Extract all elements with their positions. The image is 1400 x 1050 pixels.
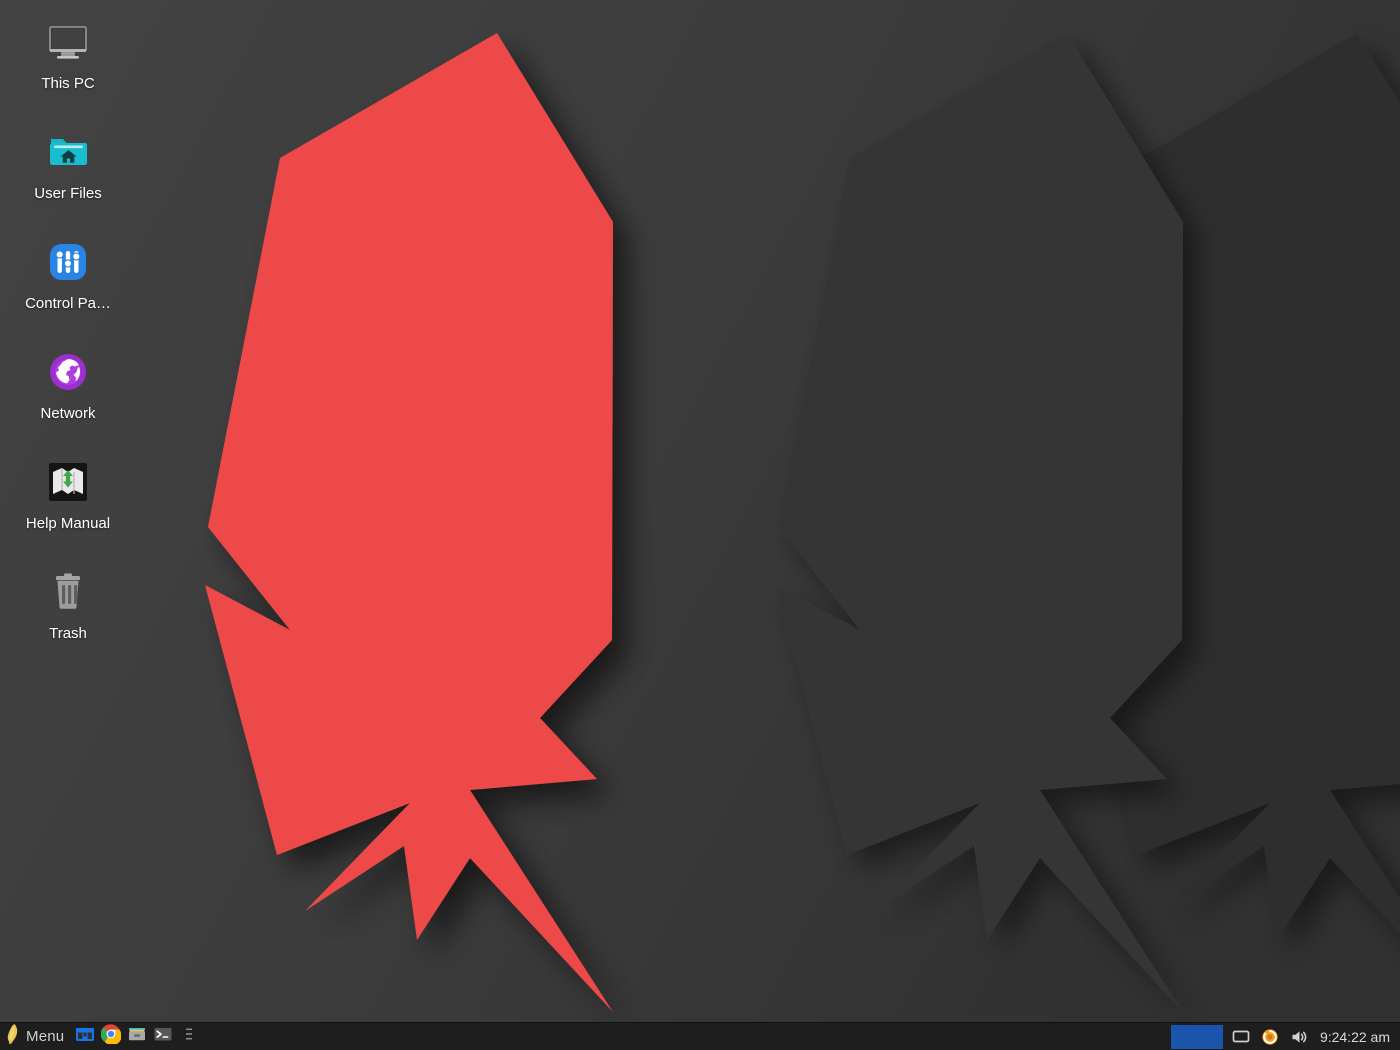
- monitor-icon: [44, 18, 92, 66]
- taskbar: Menu 9:24:22 am: [0, 1022, 1400, 1050]
- wallpaper-graphic: [0, 0, 1400, 1050]
- desktop-icon-trash[interactable]: Trash: [0, 568, 136, 678]
- taskbar-launcher-chrome[interactable]: [98, 1023, 124, 1050]
- speaker-icon[interactable]: [1289, 1027, 1309, 1047]
- trash-icon: [44, 568, 92, 616]
- desktop-icon-label: User Files: [34, 185, 102, 202]
- archive-box-icon: [127, 1024, 147, 1049]
- desktop-icon-control-panel[interactable]: Control Pa…: [0, 238, 136, 348]
- taskbar-launcher-file-manager[interactable]: [72, 1023, 98, 1050]
- desktop-icon-user-files[interactable]: User Files: [0, 128, 136, 238]
- desktop-icon-label: Control Pa…: [25, 295, 111, 312]
- sliders-icon: [44, 238, 92, 286]
- map-icon: [44, 458, 92, 506]
- taskbar-window-button[interactable]: [1170, 1024, 1223, 1049]
- home-folder-icon: [44, 128, 92, 176]
- desktop-icon-grid: This PC User Files Control Pa… Network H…: [0, 0, 136, 678]
- feather-logo-icon: [4, 1023, 21, 1050]
- chrome-icon: [100, 1024, 122, 1049]
- update-circle-icon[interactable]: [1260, 1027, 1280, 1047]
- desktop-root: This PC User Files Control Pa… Network H…: [0, 0, 1400, 1050]
- system-tray: 9:24:22 am: [1223, 1023, 1400, 1050]
- desktop-icon-label: Help Manual: [25, 515, 111, 532]
- globe-icon: [44, 348, 92, 396]
- taskbar-clock[interactable]: 9:24:22 am: [1318, 1029, 1390, 1045]
- desktop-icon-label: This PC: [41, 75, 95, 92]
- start-menu-button[interactable]: Menu: [0, 1023, 72, 1050]
- start-menu-label: Menu: [26, 1028, 65, 1045]
- terminal-icon: [153, 1024, 173, 1049]
- wallpaper: [0, 0, 1400, 1050]
- desktop-icon-this-pc[interactable]: This PC: [0, 18, 136, 128]
- taskbar-window-list: [202, 1023, 1223, 1050]
- desktop-icon-label: Trash: [49, 625, 87, 642]
- taskbar-launcher-archive[interactable]: [124, 1023, 150, 1050]
- taskbar-launcher-terminal[interactable]: [150, 1023, 176, 1050]
- taskbar-launchers: Menu: [0, 1023, 202, 1050]
- file-manager-icon: [75, 1024, 95, 1049]
- desktop-icon-label: Network: [40, 405, 96, 422]
- kebab-menu-icon: [183, 1024, 195, 1049]
- desktop-icon-help-manual[interactable]: Help Manual: [0, 458, 136, 568]
- taskbar-launcher-more[interactable]: [176, 1023, 202, 1050]
- display-icon[interactable]: [1231, 1027, 1251, 1047]
- desktop-icon-network[interactable]: Network: [0, 348, 136, 458]
